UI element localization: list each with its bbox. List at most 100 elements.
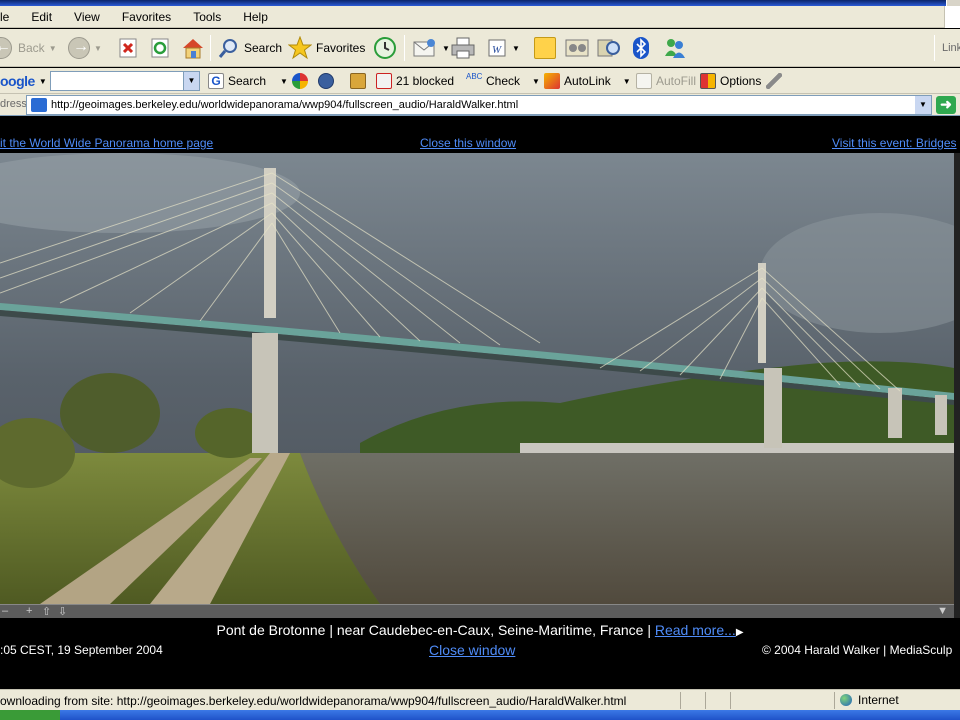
page-info-button[interactable] [350,71,370,91]
search-label: Search [244,41,283,55]
up-icon[interactable]: ⇧ [42,605,51,618]
zoom-in-icon[interactable]: + [26,605,32,617]
messenger-button[interactable] [662,35,688,61]
caption-text: Pont de Brotonne | near Caudebec-en-Caux… [216,622,655,638]
timestamp: :05 CEST, 19 September 2004 [0,643,163,657]
back-dropdown-icon[interactable]: ▼ [49,44,57,53]
refresh-button[interactable] [150,35,170,61]
favorites-button[interactable]: Favorites [288,35,365,61]
check-dropdown-icon[interactable]: ▼ [532,77,540,86]
links-button[interactable]: Link [942,35,960,61]
mail-button[interactable]: ▼ [412,35,450,61]
status-message: ownloading from site: http://geoimages.b… [0,694,627,708]
go-arrow-icon: ➜ [940,96,952,112]
taskbar [0,710,960,720]
copyright-text: © 2004 Harald Walker | MediaSculp [762,643,953,657]
mail-dropdown-icon[interactable]: ▼ [442,44,450,53]
bluetooth-button[interactable] [630,35,652,61]
menu-edit[interactable]: Edit [31,10,62,24]
history-icon [374,37,396,59]
options-icon [700,73,716,89]
start-button[interactable] [0,710,60,720]
check-label: Check [486,74,521,88]
address-input[interactable]: http://geoimages.berkeley.edu/worldwidep… [26,95,932,115]
menu-file[interactable]: le [0,10,19,24]
back-label: Back [18,41,45,55]
address-label: dress [0,98,27,110]
google-search-label: Search [228,74,267,88]
zoom-out-icon[interactable]: – [2,605,8,617]
go-button[interactable]: ➜ [936,96,956,114]
down-icon[interactable]: ⇩ [58,605,67,618]
forward-arrow-icon [68,37,90,59]
right-edge [954,153,960,618]
back-arrow-icon [0,37,12,59]
menu-view[interactable]: View [74,10,110,24]
highlight-button[interactable] [766,71,786,91]
google-search-dropdown-icon[interactable]: ▼ [280,77,288,86]
page-info-icon [350,73,366,89]
refresh-icon [151,38,169,58]
read-more-link[interactable]: Read more... [655,622,736,638]
event-bridges-link[interactable]: Visit this event: Bridges [832,136,957,150]
security-zone[interactable]: Internet [840,693,899,707]
menu-favorites[interactable]: Favorites [122,10,181,24]
research-button[interactable] [596,35,622,61]
menu-tools[interactable]: Tools [193,10,231,24]
options-label: Options [720,74,762,88]
toolbar-separator [210,35,211,61]
menu-help[interactable]: Help [243,10,278,24]
edit-dropdown-icon[interactable]: ▼ [512,44,520,53]
autofill-label: AutoFill [656,74,697,88]
autolink-wand-icon [544,73,560,89]
history-button[interactable] [372,35,398,61]
status-pane-divider [705,692,706,709]
print-button[interactable] [450,35,476,61]
options-button[interactable]: Options [700,71,761,91]
close-window-link[interactable]: Close window [429,642,515,658]
autofill-button[interactable]: AutoFill [636,71,696,91]
address-url: http://geoimages.berkeley.edu/worldwidep… [51,99,519,111]
mail-icon [413,39,435,57]
search-button[interactable]: Search [218,35,282,61]
google-news-button[interactable] [318,71,338,91]
zone-label: Internet [858,693,899,707]
windows-logo-box [944,6,960,28]
panel-toggle-icon[interactable]: ▼ [937,605,948,617]
popup-blocker-button[interactable]: 21 blocked [376,71,454,91]
pagerank-button[interactable] [292,71,312,91]
google-menu-dropdown-icon[interactable]: ▼ [39,77,47,86]
forward-button[interactable]: ▼ [68,35,102,61]
popup-blocked-icon [376,73,392,89]
address-dropdown-icon[interactable]: ▼ [915,96,931,114]
google-search-input[interactable]: ▼ [50,71,200,91]
back-button[interactable]: Back ▼ [0,35,57,61]
note-icon [534,37,556,59]
standard-toolbar: Back ▼ ▼ Search Favorites ▼ W ▼ [0,29,960,67]
autolink-dropdown-icon[interactable]: ▼ [623,77,631,86]
home-button[interactable] [180,35,206,61]
stop-button[interactable] [118,35,138,61]
google-logo-button[interactable]: oogle ▼ [0,71,47,91]
top-links: it the World Wide Panorama home page Clo… [0,117,960,153]
edit-word-button[interactable]: W ▼ [486,35,520,61]
internet-globe-icon [840,694,852,706]
status-pane-divider [730,692,731,709]
toolbar-separator [404,35,405,61]
close-this-window-link[interactable]: Close this window [420,136,516,150]
google-search-dropdown-icon[interactable]: ▼ [183,72,199,90]
star-icon [288,36,312,60]
play-arrow-icon[interactable]: ▶ [736,627,744,638]
panorama-caption: Pont de Brotonne | near Caudebec-en-Caux… [0,622,960,638]
forward-dropdown-icon[interactable]: ▼ [94,44,102,53]
links-label: Link [942,42,960,54]
note-button[interactable] [534,35,556,61]
tools-extension-button[interactable] [564,35,590,61]
panorama-image [0,153,954,604]
panorama-viewer[interactable] [0,153,954,604]
spell-check-button[interactable]: ABC Check ▼ [466,71,540,91]
home-page-link[interactable]: it the World Wide Panorama home page [0,136,213,150]
autolink-button[interactable]: AutoLink ▼ [544,71,631,91]
google-search-button[interactable]: G Search ▼ [208,71,288,91]
research-icon [597,39,620,57]
